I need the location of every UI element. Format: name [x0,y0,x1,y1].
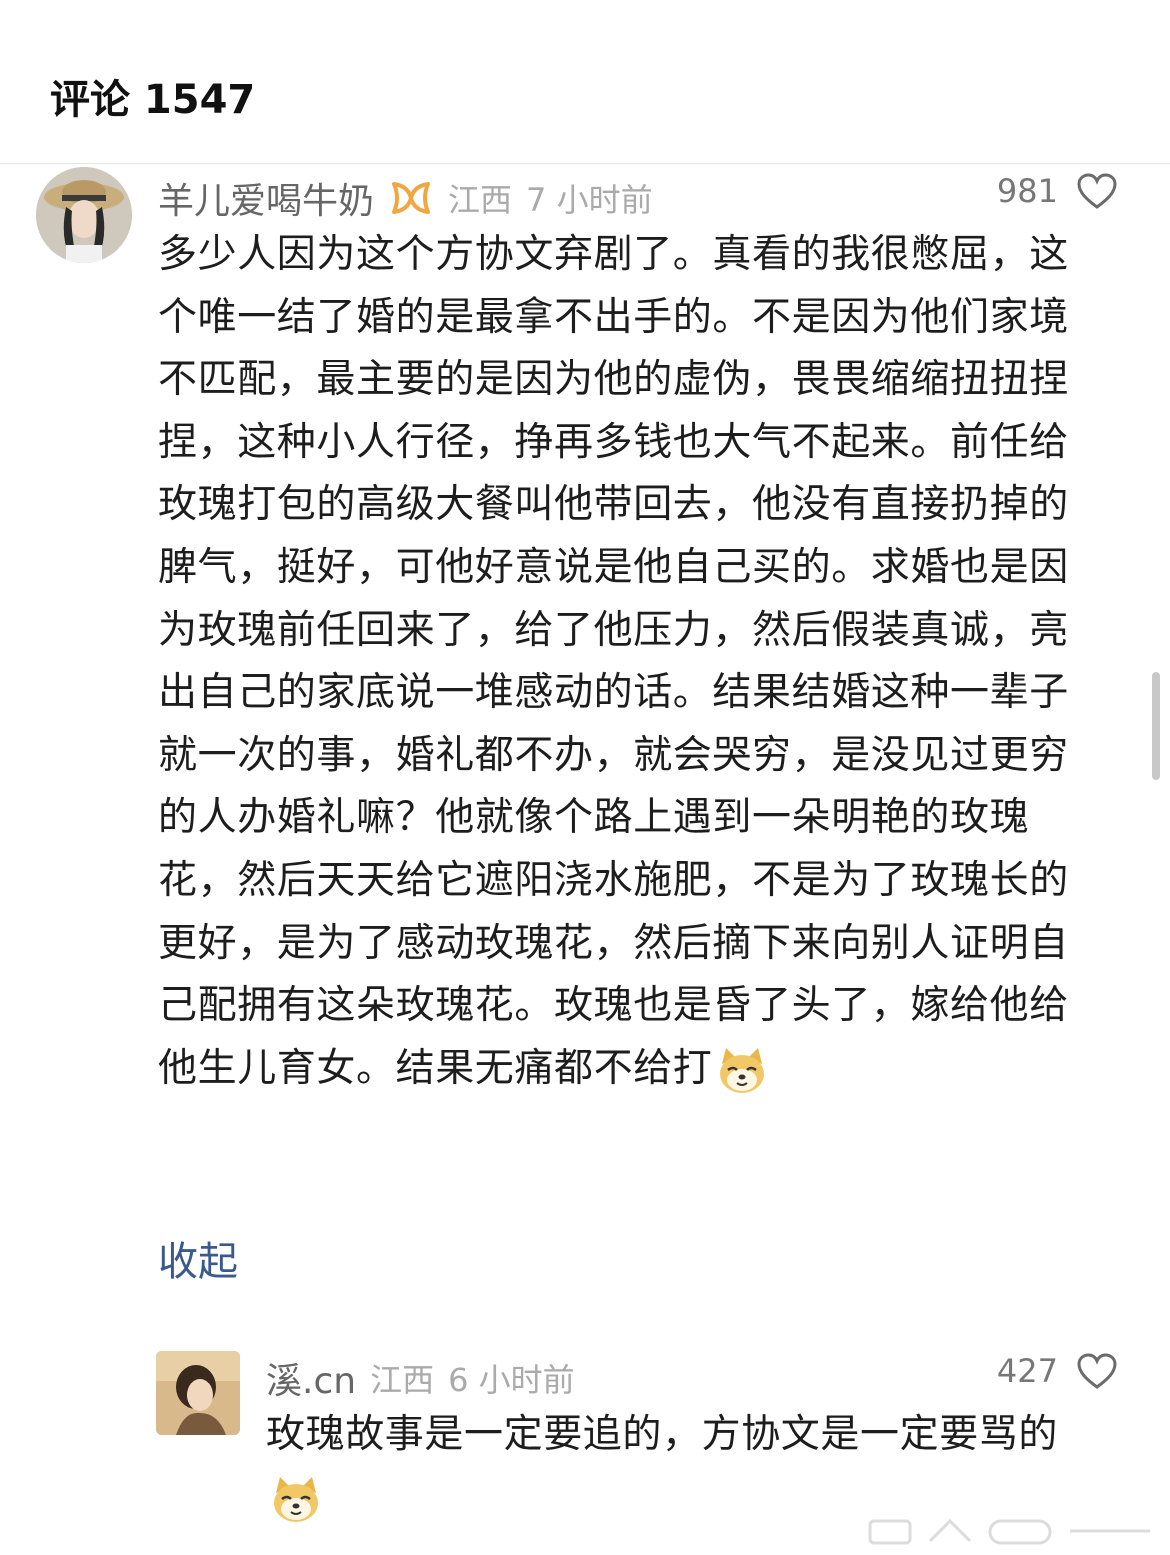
reply-user-avatar[interactable] [156,1351,240,1435]
location-label: 江西 [448,181,513,219]
comments-header: 评论 1547 [0,0,1170,164]
username[interactable]: 羊儿爱喝牛奶 [158,172,374,224]
comment-meta: 羊儿爱喝牛奶 江西 7 小时前 [158,172,667,224]
reply-like-control[interactable]: 427 [997,1352,1118,1390]
collapse-link[interactable]: 收起 [158,1232,238,1292]
comment-text-content: 多少人因为这个方协文弃剧了。真看的我很憋屈，这个唯一结了婚的是最拿不出手的。不是… [158,232,1069,1091]
scrollbar[interactable] [1152,672,1160,780]
user-avatar[interactable] [36,167,132,263]
vip-badge-icon [392,182,431,214]
doge-emoji-icon [274,1477,318,1523]
doge-emoji-icon [720,1048,765,1094]
heart-icon[interactable] [1076,172,1118,210]
like-count: 981 [996,172,1058,210]
reply-timestamp: 6 小时前 [448,1361,575,1399]
heart-icon[interactable] [1076,1352,1118,1390]
reply-username[interactable]: 溪.cn [266,1352,356,1404]
timestamp: 7 小时前 [526,181,653,219]
watermark-graphic [868,1518,1150,1545]
like-control[interactable]: 981 [997,172,1118,210]
reply-location-label: 江西 [370,1361,435,1399]
reply-text-content: 玫瑰故事是一定要追的，方协文是一定要骂的 [266,1412,1059,1457]
comments-count-title: 评论 1547 [50,77,256,123]
comment-text: 多少人因为这个方协文弃剧了。真看的我很憋屈，这个唯一结了婚的是最拿不出手的。不是… [158,224,1088,1100]
reply-like-count: 427 [996,1352,1058,1390]
reply-meta: 溪.cn 江西 6 小时前 [266,1352,589,1404]
